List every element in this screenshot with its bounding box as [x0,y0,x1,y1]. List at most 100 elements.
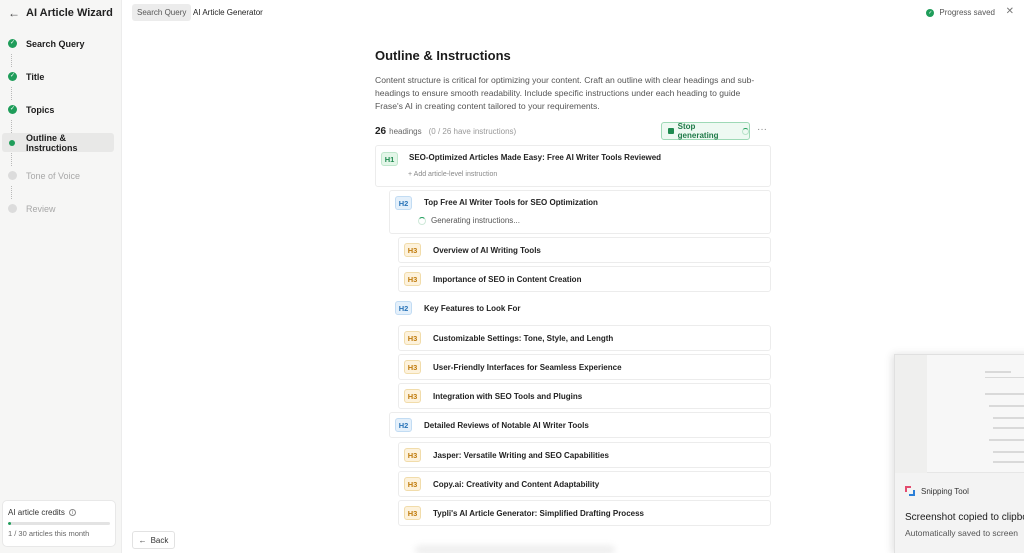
heading-level-tag: H3 [404,389,421,403]
step-search-query[interactable]: ✓ Search Query [0,34,122,67]
credits-usage-text: 1 / 30 articles this month [8,529,90,538]
back-button-label: Back [150,535,169,545]
heading-text[interactable]: Jasper: Versatile Writing and SEO Capabi… [433,451,609,460]
heading-level-tag: H3 [404,477,421,491]
main-content: Outline & Instructions Content structure… [375,48,771,113]
screenshot-thumbnail[interactable] [895,355,1024,473]
back-arrow-icon[interactable]: ← [8,6,20,20]
heading-level-tag: H3 [404,360,421,374]
thumbnail-line [985,377,1024,378]
pending-step-dot-icon [8,171,17,180]
notification-subtitle: Automatically saved to screen [905,528,1018,538]
step-label: Tone of Voice [26,170,81,181]
outline-heading-h2[interactable]: H2 Key Features to Look For [389,295,771,321]
credits-panel: AI article credits i 1 / 30 articles thi… [2,500,116,547]
notification-body: Snipping Tool Screenshot copied to clipb… [895,473,1024,553]
step-tone-of-voice[interactable]: Tone of Voice [0,166,122,199]
credits-title: AI article credits [8,508,65,517]
step-label: Title [26,71,45,82]
heading-level-tag: H3 [404,331,421,345]
thumbnail-line [993,427,1024,429]
current-step-dot-icon [9,139,15,146]
step-list: ✓ Search Query ✓ Title ✓ Topics Outline … [0,34,122,232]
save-status: ✓ Progress saved [926,8,995,17]
spinner-icon [418,216,426,225]
notification-app-row: Snipping Tool [905,486,969,496]
heading-level-tag: H3 [404,506,421,520]
wizard-title: AI Article Wizard [26,7,113,19]
generating-text: Generating instructions... [431,216,520,225]
page-title: Outline & Instructions [375,48,511,63]
step-connector [11,87,12,100]
outline-heading-h3[interactable]: H3 User-Friendly Interfaces for Seamless… [398,354,771,380]
close-icon[interactable]: ✕ [1006,6,1014,17]
heading-level-tag: H2 [395,196,412,210]
pending-step-dot-icon [8,204,17,213]
snipping-tool-notification[interactable]: Snipping Tool Screenshot copied to clipb… [894,354,1024,553]
page-description: Content structure is critical for optimi… [375,75,755,111]
credits-progress-bar [8,522,110,525]
heading-text[interactable]: Copy.ai: Creativity and Content Adaptabi… [433,480,599,489]
heading-count-label: headings [389,126,422,136]
breadcrumb-search-query[interactable]: Search Query [132,4,192,21]
step-outline-instructions[interactable]: Outline & Instructions [2,132,114,166]
wizard-sidebar: ← AI Article Wizard ✓ Search Query ✓ Tit… [0,0,122,553]
thumbnail-line [993,417,1024,419]
heading-text[interactable]: User-Friendly Interfaces for Seamless Ex… [433,363,622,372]
heading-text[interactable]: Integration with SEO Tools and Plugins [433,392,582,401]
outline-heading-h3[interactable]: H3 Overview of AI Writing Tools [398,237,771,263]
check-icon: ✓ [8,105,17,114]
check-icon: ✓ [8,72,17,81]
outline-heading-h1[interactable]: H1 SEO-Optimized Articles Made Easy: Fre… [375,145,771,187]
stop-generating-button[interactable]: Stop generating [661,122,750,140]
step-label: Review [26,203,56,214]
save-status-text: Progress saved [939,8,995,17]
more-options-icon[interactable]: ··· [757,124,767,135]
heading-text[interactable]: Overview of AI Writing Tools [433,246,541,255]
heading-text[interactable]: Customizable Settings: Tone, Style, and … [433,334,613,343]
step-connector [11,153,12,166]
heading-level-tag: H3 [404,243,421,257]
outline-heading-h3[interactable]: H3 Copy.ai: Creativity and Content Adapt… [398,471,771,497]
notification-app-name: Snipping Tool [921,486,969,496]
heading-count: 26 [375,125,387,137]
step-connector [11,120,12,133]
outline-heading-h3[interactable]: H3 Typli's AI Article Generator: Simplif… [398,500,771,526]
thumbnail-line [985,371,1011,373]
check-circle-icon: ✓ [926,8,935,17]
outline-heading-h2[interactable]: H2 Detailed Reviews of Notable AI Writer… [389,412,771,438]
credits-title-row: AI article credits i [8,508,110,517]
bottom-fade [415,545,615,553]
step-review[interactable]: Review [0,199,122,218]
outline-heading-h3[interactable]: H3 Importance of SEO in Content Creation [398,266,771,292]
heading-level-tag: H3 [404,272,421,286]
back-arrow-icon: ← [138,535,147,545]
outline-heading-h3[interactable]: H3 Jasper: Versatile Writing and SEO Cap… [398,442,771,468]
instructions-note: (0 / 26 have instructions) [428,126,517,136]
wizard-header[interactable]: ← AI Article Wizard [8,6,113,20]
heading-text[interactable]: Detailed Reviews of Notable AI Writer To… [424,421,589,430]
step-label: Search Query [26,38,85,49]
back-button[interactable]: ← Back [132,531,175,549]
outline-heading-h2[interactable]: H2 Top Free AI Writer Tools for SEO Opti… [389,190,771,234]
stop-icon [668,128,674,134]
heading-text[interactable]: SEO-Optimized Articles Made Easy: Free A… [409,153,661,162]
heading-text[interactable]: Top Free AI Writer Tools for SEO Optimiz… [424,198,598,207]
add-article-instruction-link[interactable]: + Add article-level instruction [408,171,497,178]
step-title[interactable]: ✓ Title [0,67,122,100]
thumbnail-line [993,451,1024,453]
heading-text[interactable]: Typli's AI Article Generator: Simplified… [433,509,644,518]
outline-heading-h3[interactable]: H3 Integration with SEO Tools and Plugin… [398,383,771,409]
heading-text[interactable]: Importance of SEO in Content Creation [433,275,581,284]
step-connector [11,54,12,67]
outline-heading-h3[interactable]: H3 Customizable Settings: Tone, Style, a… [398,325,771,351]
info-icon[interactable]: i [68,509,76,516]
notification-title: Screenshot copied to clipboa [905,512,1024,523]
generating-status: Generating instructions... [418,216,520,225]
breadcrumb-ai-article-generator[interactable]: AI Article Generator [188,4,268,21]
heading-text[interactable]: Key Features to Look For [424,304,520,313]
step-connector [11,186,12,199]
step-label: Outline & Instructions [26,132,78,153]
top-bar: Search Query AI Article Generator ✓ Prog… [122,0,1024,26]
step-topics[interactable]: ✓ Topics [0,100,122,133]
